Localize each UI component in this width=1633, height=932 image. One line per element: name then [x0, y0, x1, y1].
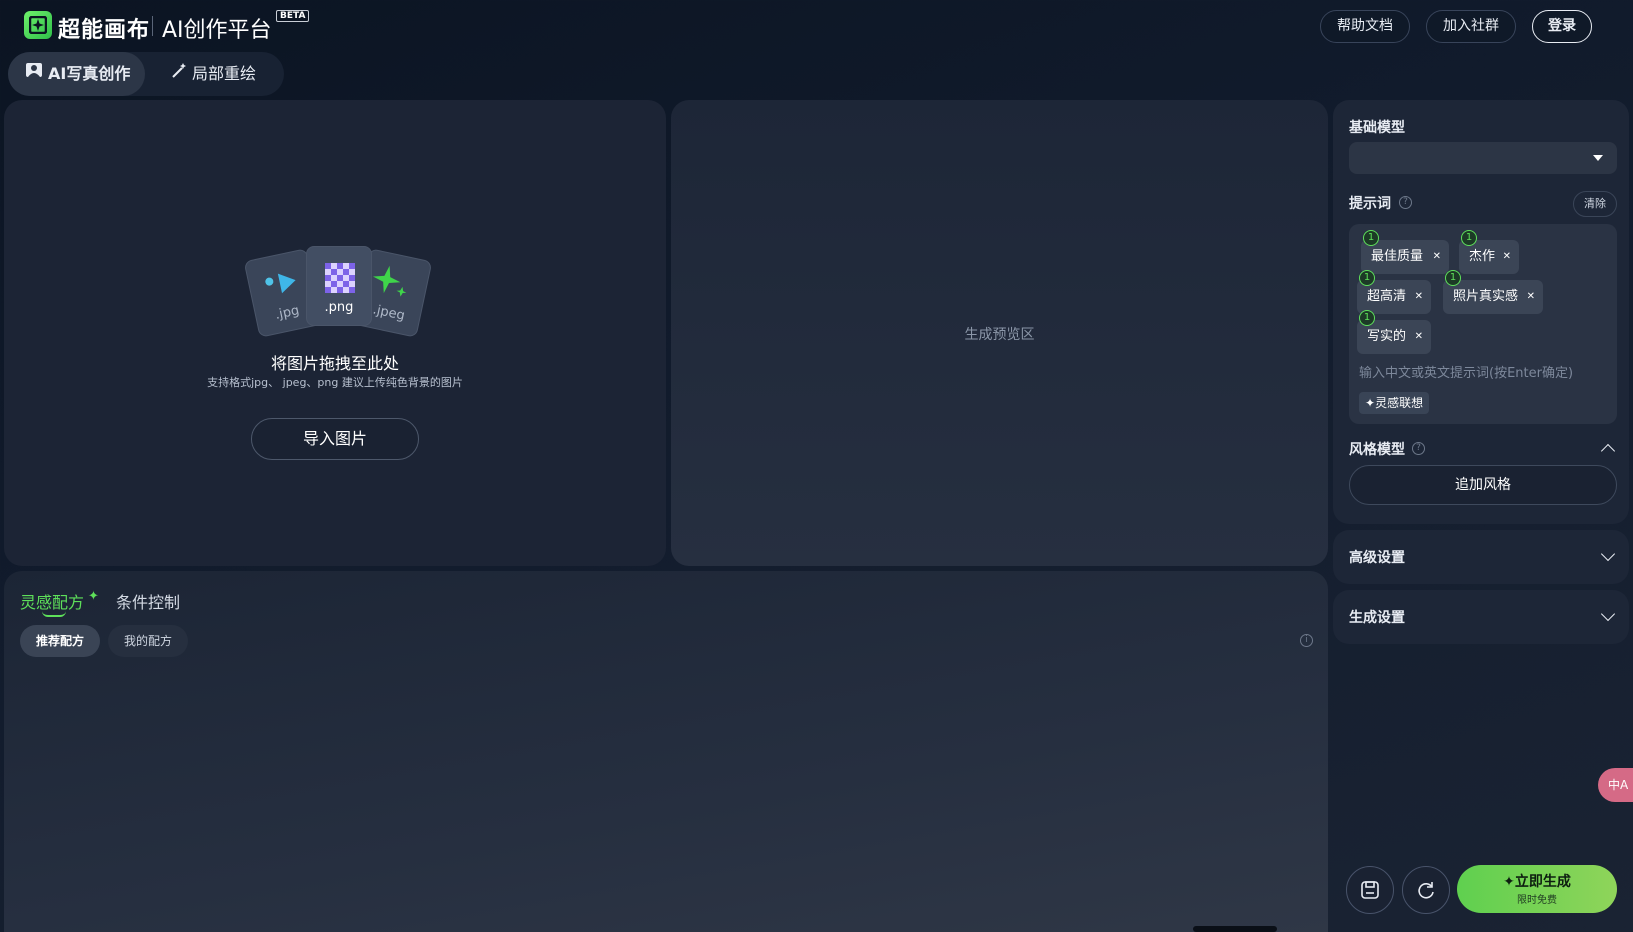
logo-text[interactable]: 超能画布	[58, 12, 150, 44]
recipe-panel: 灵感配方 ✦ 条件控制 推荐配方 我的配方 i	[4, 571, 1328, 932]
tab-inpaint-label: 局部重绘	[192, 64, 257, 83]
png-file-icon: .png	[306, 246, 372, 326]
upload-dropzone[interactable]: .jpg .jpeg .png 将图片拖拽至此处 支持格式jpg、 jpeg、p…	[4, 100, 666, 566]
prompt-input-placeholder[interactable]: 输入中文或英文提示词(按Enter确定)	[1359, 362, 1573, 381]
portrait-icon	[24, 53, 44, 97]
tag-weight-badge[interactable]: 1	[1461, 230, 1477, 246]
import-image-button[interactable]: 导入图片	[251, 418, 419, 460]
style-model-label: 风格模型	[1349, 442, 1405, 458]
base-model-select[interactable]	[1349, 142, 1617, 174]
prompt-tag-label: 照片真实感	[1453, 289, 1519, 304]
clear-prompt-button[interactable]: 清除	[1573, 191, 1617, 217]
refresh-icon	[1418, 882, 1434, 899]
dropzone-subtitle: 支持格式jpg、 jpeg、png 建议上传纯色背景的图片	[207, 376, 463, 389]
prompt-tag-label: 最佳质量	[1371, 249, 1424, 264]
remove-tag-icon[interactable]: ✕	[1415, 320, 1423, 354]
prompt-tag-label: 写实的	[1367, 329, 1407, 344]
generate-settings-section[interactable]: 生成设置	[1333, 590, 1629, 644]
subtab-recommended-recipes[interactable]: 推荐配方	[20, 625, 100, 657]
logo-divider	[152, 16, 153, 36]
generate-now-text: 立即生成	[1514, 874, 1571, 890]
prompt-tag[interactable]: 照片真实感 ✕	[1443, 280, 1543, 314]
logo-icon[interactable]	[24, 11, 52, 39]
sparkle-icon: ✦	[1365, 396, 1376, 410]
reset-button[interactable]	[1402, 866, 1450, 914]
collapse-chevron-icon[interactable]	[1600, 443, 1616, 459]
platform-title: AI创作平台	[162, 18, 272, 43]
limited-free-label: 限时免费	[1517, 895, 1557, 906]
base-model-label: 基础模型	[1349, 120, 1405, 136]
inspiration-associate-label: 灵感联想	[1375, 396, 1424, 410]
header: 超能画布 AI创作平台 BETA 帮助文档 加入社群 登录	[0, 0, 1633, 52]
prompt-label-text: 提示词	[1349, 196, 1391, 212]
tag-weight-badge[interactable]: 1	[1359, 310, 1375, 326]
remove-tag-icon[interactable]: ✕	[1527, 280, 1535, 314]
png-label: .png	[324, 300, 354, 315]
help-docs-button[interactable]: 帮助文档	[1320, 10, 1410, 43]
remove-tag-icon[interactable]: ✕	[1503, 240, 1511, 274]
prompt-label: 提示词	[1349, 193, 1391, 213]
tag-weight-badge[interactable]: 1	[1445, 270, 1461, 286]
expand-chevron-icon[interactable]	[1600, 606, 1616, 622]
style-help-icon[interactable]: ?	[1412, 442, 1425, 455]
magic-wand-icon	[170, 53, 188, 97]
active-tab-indicator	[42, 611, 66, 617]
horizontal-scrollbar[interactable]	[1193, 926, 1277, 932]
save-icon	[1361, 881, 1379, 899]
inspiration-associate-button[interactable]: ✦灵感联想	[1359, 392, 1430, 414]
preview-label: 生成预览区	[964, 327, 1035, 343]
generate-settings-label: 生成设置	[1349, 610, 1405, 626]
tab-condition-control[interactable]: 条件控制	[116, 589, 180, 613]
tab-inspiration-recipes[interactable]: 灵感配方	[20, 589, 84, 613]
translate-float-button[interactable]: 中A	[1598, 768, 1633, 802]
save-button[interactable]	[1346, 866, 1394, 914]
tab-inpaint[interactable]: 局部重绘	[170, 52, 284, 96]
file-type-icons: .jpg .jpeg .png	[243, 246, 433, 338]
generate-now-button[interactable]: ✦立即生成 限时免费	[1457, 865, 1617, 913]
tab-ai-portrait[interactable]: AI写真创作	[8, 52, 145, 96]
tag-weight-badge[interactable]: 1	[1363, 230, 1379, 246]
dropzone-title: 将图片拖拽至此处	[270, 354, 399, 373]
login-button[interactable]: 登录	[1532, 10, 1592, 43]
subtab-my-recipes[interactable]: 我的配方	[108, 625, 188, 657]
advanced-settings-label: 高级设置	[1349, 550, 1405, 566]
join-community-button[interactable]: 加入社群	[1426, 10, 1516, 43]
tab-ai-portrait-label: AI写真创作	[48, 64, 131, 83]
expand-chevron-icon[interactable]	[1600, 546, 1616, 562]
dropdown-caret-icon	[1593, 155, 1603, 161]
prompt-input-area[interactable]: 最佳质量 ✕ 1 杰作 ✕ 1 超高清 ✕ 1 照片真实感 ✕ 1 写实的 ✕ 1 输入中…	[1349, 224, 1617, 424]
sparkle-icon: ✦	[88, 589, 99, 604]
beta-badge: BETA	[276, 10, 310, 22]
prompt-help-icon[interactable]: ?	[1399, 196, 1412, 209]
info-icon[interactable]: i	[1300, 634, 1313, 647]
generation-params-card: 基础模型 提示词 ? 清除 最佳质量 ✕ 1 杰作 ✕ 1 超高清 ✕ 1 照片真实感…	[1333, 100, 1629, 524]
remove-tag-icon[interactable]: ✕	[1433, 240, 1441, 274]
remove-tag-icon[interactable]: ✕	[1415, 280, 1423, 314]
tag-weight-badge[interactable]: 1	[1359, 270, 1375, 286]
add-style-button[interactable]: 追加风格	[1349, 465, 1617, 505]
generate-now-label: ✦立即生成	[1457, 871, 1617, 891]
sparkle-icon: ✦	[1503, 874, 1515, 890]
advanced-settings-section[interactable]: 高级设置	[1333, 530, 1629, 584]
preview-area: 生成预览区	[671, 100, 1328, 566]
prompt-tag-label: 杰作	[1469, 249, 1496, 264]
mode-tabs: AI写真创作 局部重绘	[8, 52, 284, 96]
prompt-tag-label: 超高清	[1367, 289, 1407, 304]
